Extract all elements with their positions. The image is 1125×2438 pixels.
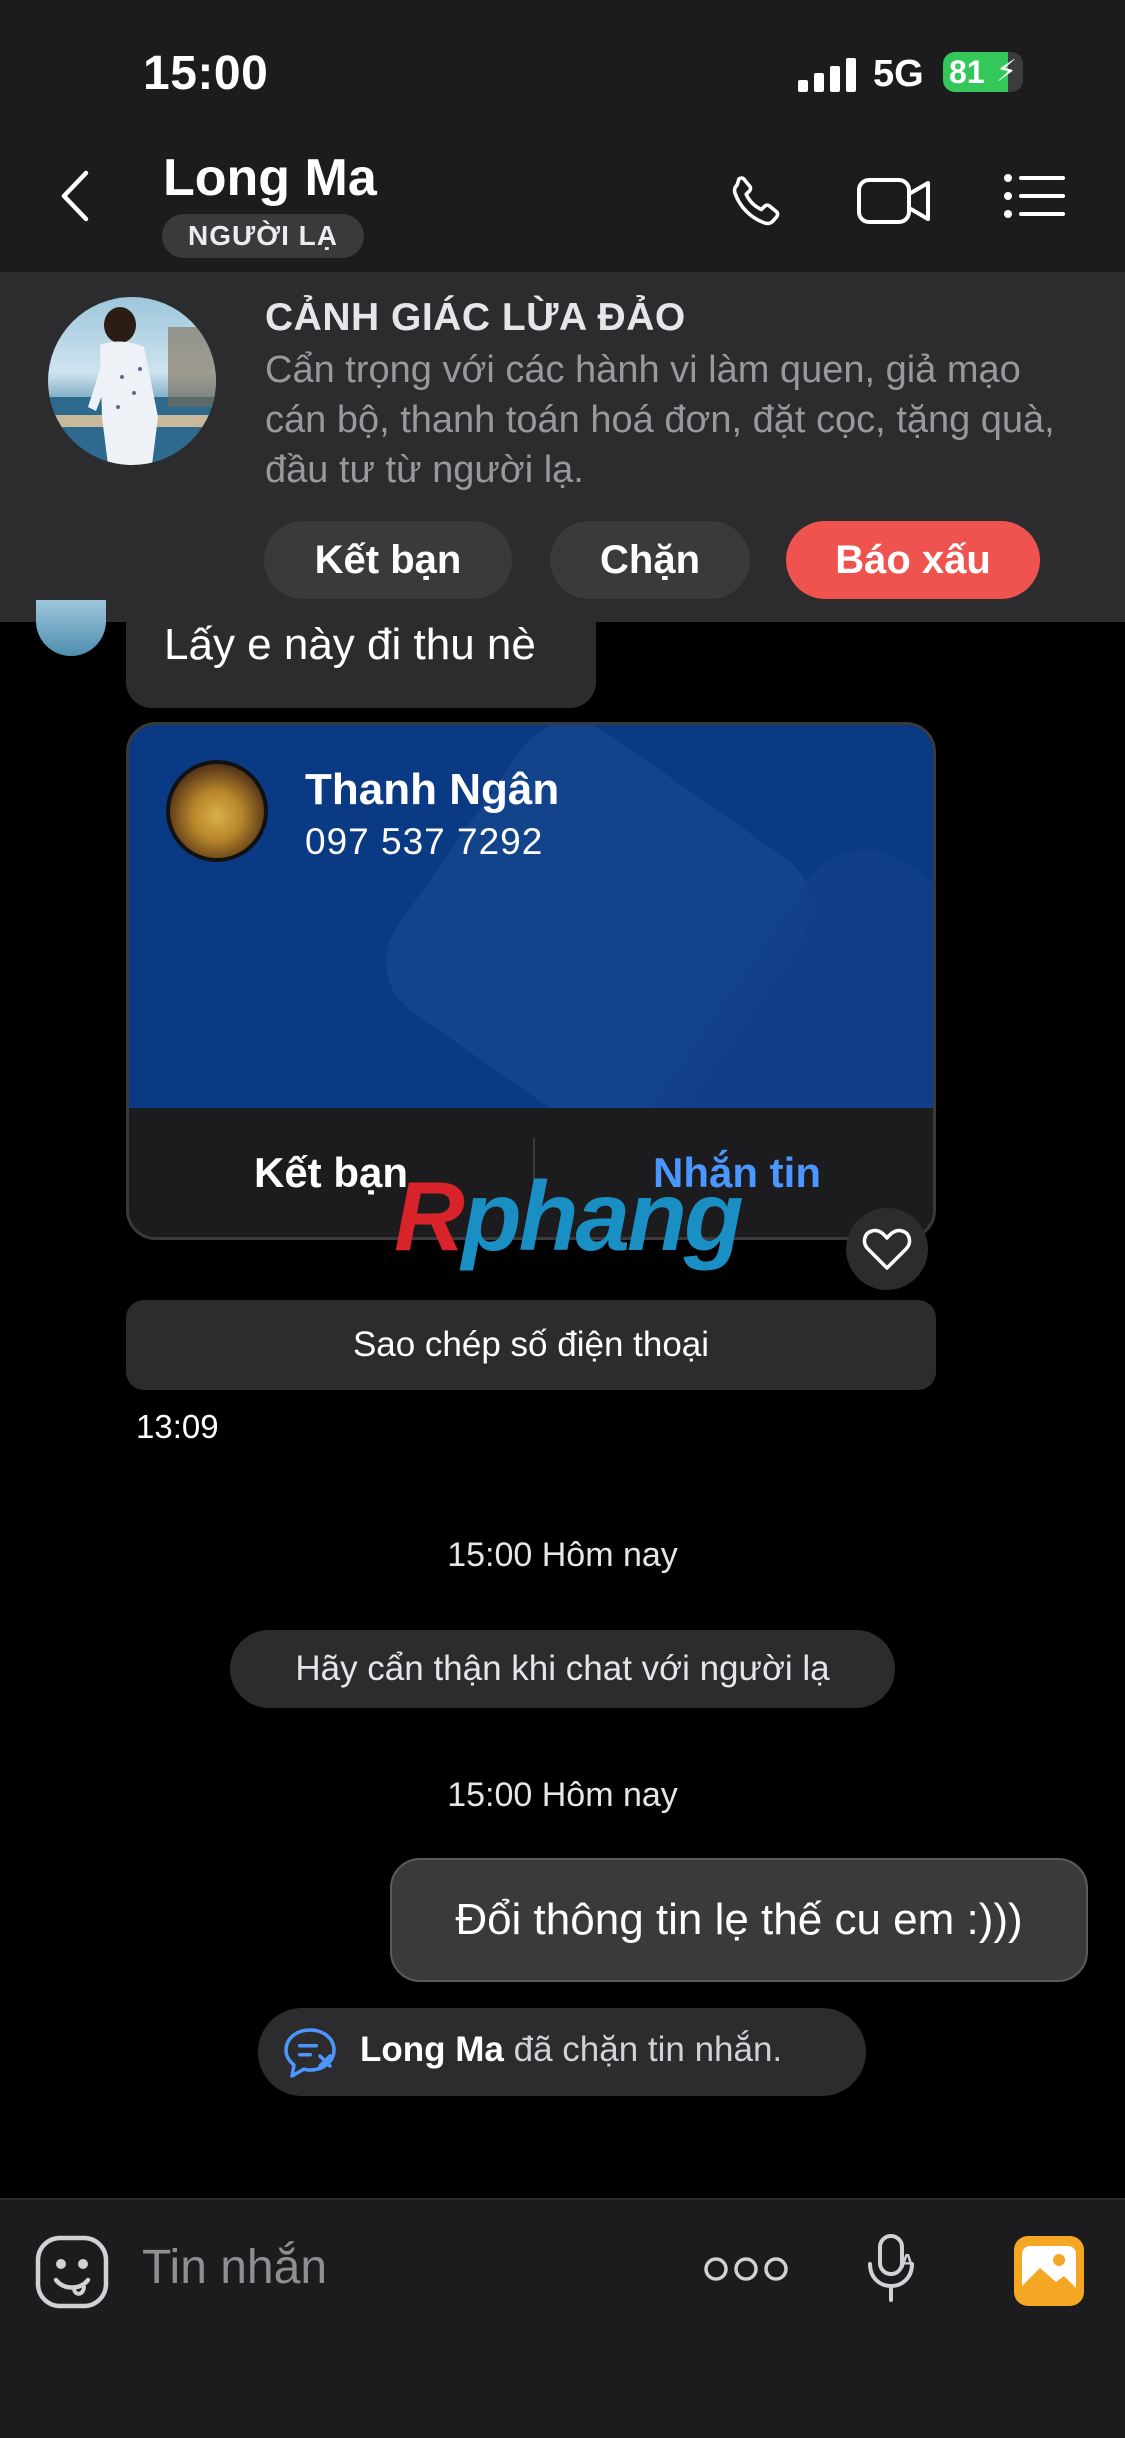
- contact-card-avatar[interactable]: [166, 760, 268, 862]
- image-gallery-icon[interactable]: [1012, 2234, 1086, 2313]
- watermark: Rphang: [394, 1161, 744, 1271]
- contact-card-header: Thanh Ngân 097 537 7292: [129, 725, 933, 1108]
- sender-avatar[interactable]: [36, 600, 106, 656]
- outgoing-message[interactable]: Đổi thông tin lẹ thế cu em :))): [390, 1858, 1088, 1982]
- battery-level: 81: [949, 54, 985, 90]
- network-type: 5G: [873, 53, 924, 95]
- copy-phone-button[interactable]: Sao chép số điện thoại: [126, 1300, 936, 1390]
- battery-icon: 81 ⚡: [943, 52, 1023, 92]
- heart-react-icon[interactable]: [846, 1208, 928, 1290]
- incoming-message[interactable]: Lấy e này đi thu nè: [126, 600, 596, 708]
- sticker-icon[interactable]: [34, 2234, 110, 2315]
- contact-name[interactable]: Long Ma: [163, 148, 377, 208]
- message-time: 13:09: [136, 1408, 219, 1445]
- contact-card-phone: 097 537 7292: [305, 821, 544, 862]
- status-time: 15:00: [143, 47, 269, 100]
- blocked-text: đã chặn tin nhắn.: [513, 2030, 783, 2069]
- more-options-icon[interactable]: [704, 2254, 788, 2289]
- stranger-badge: NGƯỜI LẠ: [162, 214, 364, 258]
- blocked-notice: Long Ma đã chặn tin nhắn.: [258, 2008, 866, 2096]
- add-friend-button[interactable]: Kết bạn: [264, 521, 512, 599]
- svg-text:A: A: [900, 2251, 914, 2273]
- message-input[interactable]: Tin nhắn: [142, 2240, 327, 2295]
- video-call-icon[interactable]: [856, 170, 932, 237]
- blocked-user-name: Long Ma: [360, 2030, 504, 2069]
- back-icon[interactable]: [60, 170, 90, 227]
- block-button[interactable]: Chặn: [550, 521, 750, 599]
- voice-input-icon[interactable]: A: [864, 2232, 920, 2311]
- system-notice: Hãy cẩn thận khi chat với người lạ: [230, 1630, 895, 1708]
- contact-card-name: Thanh Ngân: [305, 765, 560, 814]
- date-stamp: 15:00 Hôm nay: [447, 1536, 678, 1574]
- phone-call-icon[interactable]: [726, 170, 788, 237]
- message-input-bar: [0, 2198, 1125, 2438]
- menu-list-icon[interactable]: [1003, 170, 1067, 227]
- blocked-chat-icon: [282, 2026, 338, 2085]
- warning-text: Cẩn trọng với các hành vi làm quen, giả …: [265, 349, 1055, 491]
- report-button[interactable]: Báo xấu: [786, 521, 1040, 599]
- charging-icon: ⚡: [995, 55, 1017, 88]
- signal-icon: [798, 58, 856, 92]
- date-stamp: 15:00 Hôm nay: [447, 1776, 678, 1814]
- warning-title: CẢNH GIÁC LỪA ĐẢO: [265, 296, 686, 339]
- avatar[interactable]: [48, 297, 216, 465]
- message-text: Lấy e này đi thu nè: [164, 620, 536, 669]
